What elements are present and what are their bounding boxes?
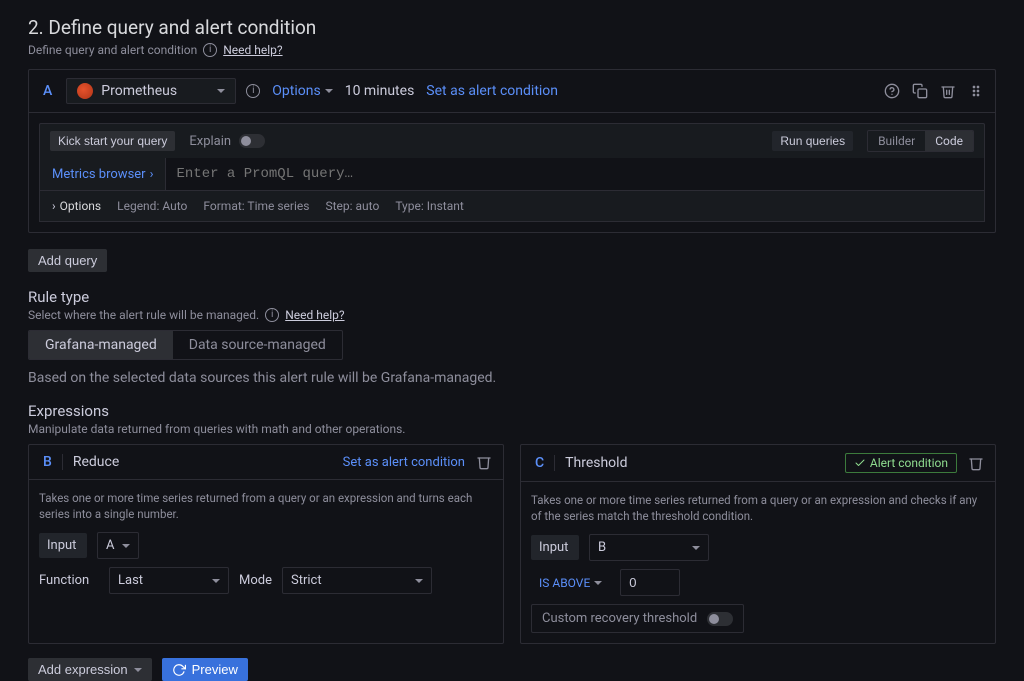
rule-type-sub: Select where the alert rule will be mana… — [28, 308, 996, 322]
info-icon: i — [265, 308, 279, 322]
rule-type-note: Based on the selected data sources this … — [28, 370, 996, 386]
trash-icon[interactable] — [475, 453, 493, 471]
datasource-name: Prometheus — [101, 83, 177, 99]
chevron-down-icon — [217, 89, 225, 93]
recovery-threshold-toggle[interactable] — [707, 612, 733, 626]
help-link[interactable]: Need help? — [285, 308, 344, 322]
reduce-ref[interactable]: B — [39, 454, 63, 470]
reduce-title: Reduce — [73, 454, 119, 470]
query-panel: A Prometheus i Options 10 minutes Set as… — [28, 69, 996, 233]
query-options-row[interactable]: ›Options Legend: Auto Format: Time serie… — [39, 191, 985, 222]
reduce-set-condition[interactable]: Set as alert condition — [343, 455, 465, 470]
copy-icon[interactable] — [911, 82, 929, 100]
chevron-down-icon — [325, 89, 333, 93]
reduce-function-select[interactable]: Last — [109, 567, 229, 594]
prometheus-icon — [77, 83, 93, 99]
chevron-right-icon: › — [52, 199, 56, 213]
rule-type-segment: Grafana-managed Data source-managed — [28, 330, 343, 360]
reduce-input-label: Input — [39, 533, 87, 558]
chevron-down-icon — [415, 579, 423, 583]
reduce-mode-select[interactable]: Strict — [282, 567, 432, 594]
editor-mode-segment: Builder Code — [867, 130, 974, 152]
explain-toggle[interactable] — [239, 134, 265, 148]
chevron-down-icon — [692, 546, 700, 550]
threshold-card: C Threshold Alert condition Takes one or… — [520, 444, 996, 644]
rule-type-ds[interactable]: Data source-managed — [173, 331, 342, 359]
builder-tab[interactable]: Builder — [868, 131, 925, 151]
chevron-down-icon — [122, 544, 130, 548]
code-tab[interactable]: Code — [925, 131, 973, 151]
reduce-card: B Reduce Set as alert condition Takes on… — [28, 444, 504, 644]
step-value: Step: auto — [325, 199, 379, 213]
add-query-button[interactable]: Add query — [28, 249, 107, 272]
format-value: Format: Time series — [203, 199, 309, 213]
threshold-value-input[interactable] — [620, 569, 680, 596]
chevron-down-icon — [134, 668, 142, 672]
recovery-threshold-row: Custom recovery threshold — [531, 604, 744, 633]
query-toolbar: Kick start your query Explain Run querie… — [39, 123, 985, 158]
section-subtitle: Define query and alert condition — [28, 43, 197, 57]
chevron-down-icon — [212, 579, 220, 583]
reduce-desc: Takes one or more time series returned f… — [39, 490, 493, 522]
query-editor-row: Metrics browser › — [39, 158, 985, 191]
drag-handle-icon[interactable] — [967, 82, 985, 100]
rule-type-label: Rule type — [28, 288, 996, 306]
reduce-input-select[interactable]: A — [97, 532, 139, 559]
reduce-function-label: Function — [39, 568, 99, 593]
threshold-input-select[interactable]: B — [589, 534, 709, 561]
recovery-threshold-label: Custom recovery threshold — [542, 611, 697, 626]
query-ref-badge[interactable]: A — [39, 83, 56, 99]
legend-value: Legend: Auto — [117, 199, 187, 213]
metrics-browser-link[interactable]: Metrics browser › — [40, 158, 165, 190]
chevron-down-icon — [594, 581, 602, 585]
threshold-input-label: Input — [531, 535, 579, 560]
help-link[interactable]: Need help? — [223, 43, 282, 57]
trash-icon[interactable] — [939, 82, 957, 100]
promql-input[interactable] — [165, 158, 984, 190]
kickstart-button[interactable]: Kick start your query — [50, 131, 175, 151]
expressions-sub: Manipulate data returned from queries wi… — [28, 422, 996, 436]
alert-condition-badge: Alert condition — [845, 453, 957, 473]
threshold-operator[interactable]: IS ABOVE — [531, 571, 610, 595]
info-icon[interactable]: i — [246, 84, 260, 98]
add-expression-button[interactable]: Add expression — [28, 658, 152, 681]
info-icon: i — [203, 43, 217, 57]
preview-button[interactable]: Preview — [162, 658, 248, 681]
threshold-ref[interactable]: C — [531, 455, 555, 471]
refresh-icon — [172, 663, 186, 677]
chevron-right-icon: › — [150, 167, 154, 182]
expressions-label: Expressions — [28, 402, 996, 420]
type-value: Type: Instant — [395, 199, 464, 213]
set-alert-condition-link[interactable]: Set as alert condition — [426, 83, 558, 99]
run-queries-button[interactable]: Run queries — [772, 131, 853, 151]
section-subtitle-row: Define query and alert condition i Need … — [28, 43, 996, 57]
explain-label: Explain — [189, 134, 231, 149]
trash-icon[interactable] — [967, 454, 985, 472]
query-interval: 10 minutes — [345, 83, 415, 99]
reduce-mode-label: Mode — [239, 568, 272, 593]
section-title: 2. Define query and alert condition — [28, 16, 996, 39]
threshold-title: Threshold — [565, 455, 627, 471]
help-icon[interactable] — [883, 82, 901, 100]
threshold-desc: Takes one or more time series returned f… — [531, 492, 985, 524]
query-options-link[interactable]: Options — [272, 83, 332, 99]
datasource-select[interactable]: Prometheus — [66, 78, 236, 104]
query-header: A Prometheus i Options 10 minutes Set as… — [29, 70, 995, 113]
rule-type-grafana[interactable]: Grafana-managed — [29, 331, 173, 359]
